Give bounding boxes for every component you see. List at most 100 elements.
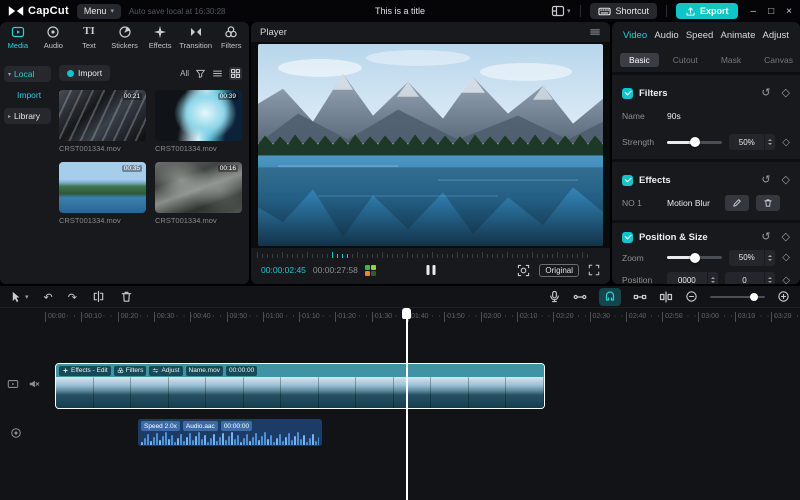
undo-button[interactable]: ↶ [44, 288, 53, 306]
keyframe-icon[interactable]: ◇ [782, 232, 790, 243]
minimize-button[interactable]: – [751, 6, 757, 17]
zoom-slider-knob[interactable] [750, 293, 758, 301]
audio-track-icon[interactable] [10, 427, 22, 439]
tab-audio[interactable]: Audio [654, 30, 678, 41]
snapshot-icon[interactable] [517, 264, 530, 277]
video-preview[interactable] [251, 42, 610, 248]
zoom-value-box[interactable]: 50% [729, 250, 775, 266]
tab-audio[interactable]: Audio [36, 25, 72, 59]
keyframe-icon[interactable]: ◇ [782, 275, 790, 285]
import-button[interactable]: Import [59, 65, 110, 81]
tab-media[interactable]: Media [0, 25, 36, 59]
tab-effects[interactable]: Effects [142, 25, 178, 59]
grid-view-icon[interactable] [229, 67, 242, 80]
tab-filters[interactable]: Filters [213, 25, 249, 59]
position-y-stepper[interactable] [764, 272, 775, 284]
edit-effect-button[interactable] [725, 195, 749, 211]
mic-icon[interactable] [548, 290, 561, 303]
ruler-label: 02:30 [590, 312, 611, 322]
keyframe-icon[interactable]: ◇ [782, 252, 790, 263]
fullscreen-icon[interactable] [588, 264, 600, 276]
media-item[interactable]: 00:35CRST001334.mov [59, 162, 146, 225]
playhead[interactable] [402, 308, 411, 500]
media-thumbnail[interactable]: 00:21 [59, 90, 146, 141]
zoom-in-icon[interactable] [777, 290, 790, 303]
keyframe-icon[interactable]: ◇ [782, 88, 790, 99]
quality-selector[interactable]: Original [539, 264, 579, 277]
split-button[interactable] [92, 290, 105, 303]
tab-adjust[interactable]: Adjust [763, 30, 789, 41]
divide-icon[interactable] [659, 290, 673, 304]
link-icon[interactable] [633, 290, 647, 304]
filter-all-label[interactable]: All [180, 69, 189, 78]
ruler-label: 02:00 [481, 312, 502, 322]
sidebar-item-library[interactable]: ▸Library [4, 108, 51, 124]
quality-icon[interactable] [365, 265, 376, 276]
playhead-handle[interactable] [402, 308, 411, 319]
zoom-stepper[interactable] [764, 250, 775, 266]
funnel-icon[interactable] [195, 68, 206, 79]
media-thumbnail[interactable]: 00:35 [59, 162, 146, 213]
select-tool[interactable]: ▾ [10, 290, 29, 303]
strength-stepper[interactable] [764, 134, 775, 150]
media-thumbnail[interactable]: 00:39 [155, 90, 242, 141]
sidebar-item-local[interactable]: ▾Local [4, 66, 51, 82]
menu-button[interactable]: Menu ▾ [77, 4, 121, 19]
hamburger-icon[interactable] [589, 26, 601, 38]
media-item[interactable]: 00:16CRST001334.mov [155, 162, 242, 225]
position-y-box[interactable]: 0 [725, 272, 776, 284]
reset-icon[interactable]: ↺ [761, 232, 770, 243]
subtab-canvas[interactable]: Canvas [755, 53, 800, 67]
shortcut-button[interactable]: Shortcut [590, 3, 658, 19]
layout-icon[interactable]: ▾ [551, 4, 571, 18]
keyframe-icon[interactable]: ◇ [782, 137, 790, 148]
subtab-mask[interactable]: Mask [712, 53, 750, 67]
strength-label: Strength [622, 137, 660, 147]
magnet-icon[interactable] [599, 288, 621, 306]
sidebar-label: Local [14, 69, 34, 79]
effects-checkbox[interactable] [622, 175, 633, 186]
delete-effect-button[interactable] [756, 195, 780, 211]
reset-icon[interactable]: ↺ [761, 88, 770, 99]
position-checkbox[interactable] [622, 232, 633, 243]
tab-transition[interactable]: Transition [178, 25, 214, 59]
export-button[interactable]: Export [676, 3, 738, 19]
media-item[interactable]: 00:21CRST001334.mov [59, 90, 146, 153]
player-scrubber[interactable] [257, 248, 604, 258]
tab-stickers[interactable]: Stickers [107, 25, 143, 59]
reset-icon[interactable]: ↺ [761, 175, 770, 186]
mute-icon[interactable] [28, 378, 40, 390]
tab-text[interactable]: TIText [71, 25, 107, 59]
position-x-box[interactable]: 0000 [667, 272, 718, 284]
tab-speed[interactable]: Speed [686, 30, 713, 41]
zoom-out-icon[interactable] [685, 290, 698, 303]
delete-button[interactable] [120, 290, 133, 303]
video-track-icon[interactable] [7, 378, 19, 390]
tab-video[interactable]: Video [623, 30, 647, 41]
subtab-basic[interactable]: Basic [620, 53, 659, 67]
media-item[interactable]: 00:39CRST001334.mov [155, 90, 242, 153]
audio-clip[interactable]: Speed 2.0xAudio.aac00:00:00 [138, 419, 322, 446]
redo-button[interactable]: ↷ [68, 288, 77, 306]
subtab-cutout[interactable]: Cutout [664, 53, 707, 67]
list-view-icon[interactable] [212, 68, 223, 79]
strength-slider[interactable] [667, 141, 722, 144]
ruler-label: 00:00 [45, 312, 66, 322]
timeline-zoom-slider[interactable] [710, 296, 765, 298]
maximize-button[interactable]: □ [768, 6, 774, 17]
zoom-slider[interactable] [667, 256, 722, 259]
inspector-panel: Video Audio Speed Animate Adjust Basic Cutout… [612, 22, 800, 284]
keyframe-icon[interactable]: ◇ [782, 175, 790, 186]
position-x-stepper[interactable] [707, 272, 718, 284]
sidebar-item-import[interactable]: Import [4, 87, 51, 103]
snap-icon[interactable] [573, 290, 587, 304]
pause-button[interactable] [426, 265, 435, 275]
import-label: Import [78, 68, 102, 78]
timeline-ruler[interactable]: 00:0000:1000:2000:3000:4000:5001:0001:10… [0, 308, 800, 326]
strength-value-box[interactable]: 50% [729, 134, 775, 150]
video-clip[interactable]: Effects - EditFiltersAdjustName.mov00:00… [55, 363, 545, 409]
media-thumbnail[interactable]: 00:16 [155, 162, 242, 213]
close-button[interactable]: × [786, 6, 792, 17]
filters-checkbox[interactable] [622, 88, 633, 99]
tab-animate[interactable]: Animate [721, 30, 756, 41]
